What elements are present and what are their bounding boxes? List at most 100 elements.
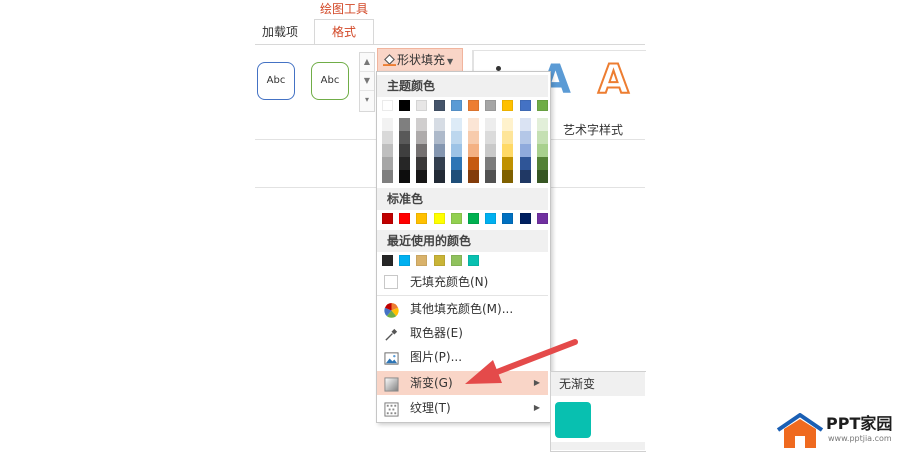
theme-shade-swatch[interactable] [416, 144, 427, 157]
theme-shade-swatch[interactable] [451, 131, 462, 144]
recent-color-swatch[interactable] [399, 255, 410, 266]
standard-color-swatch[interactable] [399, 213, 410, 224]
theme-shade-swatch[interactable] [537, 157, 548, 170]
theme-shade-swatch[interactable] [520, 144, 531, 157]
theme-shade-swatch[interactable] [434, 118, 445, 131]
theme-shade-swatch[interactable] [451, 170, 462, 183]
theme-color-swatch[interactable] [485, 100, 496, 111]
theme-shade-swatch[interactable] [537, 144, 548, 157]
theme-color-swatch[interactable] [468, 100, 479, 111]
theme-shade-swatch[interactable] [468, 157, 479, 170]
picture-label: 图片(P)... [410, 350, 463, 364]
theme-shade-swatch[interactable] [502, 131, 513, 144]
theme-shade-swatch[interactable] [502, 170, 513, 183]
wordart-style-orange-outline[interactable]: A [597, 56, 630, 104]
theme-color-swatch[interactable] [382, 100, 393, 111]
shape-style-blue-outline[interactable]: Abc [257, 62, 295, 100]
texture-menu-item[interactable]: 纹理(T) ▶ [377, 396, 548, 420]
standard-color-swatch[interactable] [520, 213, 531, 224]
theme-shade-swatch[interactable] [434, 144, 445, 157]
standard-color-swatch[interactable] [485, 213, 496, 224]
theme-shade-swatch[interactable] [520, 118, 531, 131]
theme-shade-swatch[interactable] [485, 118, 496, 131]
theme-color-swatch[interactable] [520, 100, 531, 111]
recent-colors-header: 最近使用的颜色 [377, 230, 548, 252]
theme-shade-swatch[interactable] [382, 157, 393, 170]
gallery-scroll-down-button[interactable]: ▼ [360, 72, 374, 91]
standard-color-swatch[interactable] [451, 213, 462, 224]
tab-format[interactable]: 格式 [314, 19, 374, 45]
theme-shade-swatch[interactable] [468, 118, 479, 131]
theme-shade-swatch[interactable] [399, 157, 410, 170]
no-fill-menu-item[interactable]: 无填充颜色(N) [377, 270, 548, 294]
theme-shade-swatch[interactable] [399, 118, 410, 131]
eyedropper-menu-item[interactable]: 取色器(E) [377, 321, 548, 345]
theme-color-swatch[interactable] [537, 100, 548, 111]
tab-addins[interactable]: 加载项 [255, 20, 305, 44]
gallery-scroll-up-button[interactable]: ▲ [360, 53, 374, 72]
theme-shade-swatch[interactable] [382, 144, 393, 157]
theme-shade-swatch[interactable] [520, 157, 531, 170]
theme-shade-swatch[interactable] [399, 170, 410, 183]
eyedropper-label: 取色器(E) [410, 326, 463, 340]
recent-color-swatch[interactable] [434, 255, 445, 266]
theme-shade-swatch[interactable] [434, 170, 445, 183]
theme-shade-swatch[interactable] [382, 170, 393, 183]
theme-shade-swatch[interactable] [399, 144, 410, 157]
gradient-menu-item[interactable]: 渐变(G) ▶ [377, 371, 548, 395]
theme-shade-swatch[interactable] [382, 118, 393, 131]
theme-shade-swatch[interactable] [434, 157, 445, 170]
theme-shade-swatch[interactable] [382, 131, 393, 144]
theme-shade-swatch[interactable] [485, 157, 496, 170]
menu-separator [377, 295, 548, 296]
theme-color-swatch[interactable] [416, 100, 427, 111]
shape-style-green-outline[interactable]: Abc [311, 62, 349, 100]
theme-shade-swatch[interactable] [434, 131, 445, 144]
no-fill-icon [384, 275, 398, 289]
theme-color-swatch[interactable] [434, 100, 445, 111]
theme-shade-swatch[interactable] [485, 170, 496, 183]
theme-shade-swatch[interactable] [451, 157, 462, 170]
gallery-more-button[interactable]: ▾ [360, 91, 374, 109]
theme-shade-swatch[interactable] [468, 144, 479, 157]
standard-color-swatch[interactable] [468, 213, 479, 224]
theme-shade-swatch[interactable] [502, 118, 513, 131]
recent-color-swatch[interactable] [382, 255, 393, 266]
shape-fill-button[interactable]: 形状填充 ▼ [377, 48, 463, 72]
more-fill-colors-menu-item[interactable]: 其他填充颜色(M)... [377, 297, 548, 321]
theme-shade-swatch[interactable] [451, 144, 462, 157]
theme-shade-swatch[interactable] [502, 157, 513, 170]
theme-shade-swatch[interactable] [416, 157, 427, 170]
theme-shade-swatch[interactable] [399, 131, 410, 144]
theme-shade-swatch[interactable] [520, 170, 531, 183]
theme-shade-swatch[interactable] [416, 131, 427, 144]
gradient-label: 渐变(G) [410, 376, 453, 390]
standard-color-swatch[interactable] [537, 213, 548, 224]
theme-shade-swatch[interactable] [416, 170, 427, 183]
theme-shade-swatch[interactable] [537, 131, 548, 144]
theme-color-swatch[interactable] [502, 100, 513, 111]
submenu-arrow-icon: ▶ [533, 403, 540, 412]
theme-shade-swatch[interactable] [468, 131, 479, 144]
theme-shade-swatch[interactable] [416, 118, 427, 131]
standard-color-swatch[interactable] [434, 213, 445, 224]
theme-shade-swatch[interactable] [468, 170, 479, 183]
theme-shade-swatch[interactable] [537, 170, 548, 183]
theme-shade-swatch[interactable] [485, 144, 496, 157]
standard-color-swatch[interactable] [502, 213, 513, 224]
theme-shade-swatch[interactable] [485, 131, 496, 144]
recent-color-swatch[interactable] [451, 255, 462, 266]
recent-color-swatch[interactable] [416, 255, 427, 266]
standard-color-swatch[interactable] [382, 213, 393, 224]
theme-shade-swatch[interactable] [451, 118, 462, 131]
gradient-preview-swatch[interactable] [555, 402, 591, 438]
theme-shade-swatch[interactable] [537, 118, 548, 131]
theme-shade-swatch[interactable] [502, 144, 513, 157]
theme-color-swatch[interactable] [451, 100, 462, 111]
theme-color-swatch[interactable] [399, 100, 410, 111]
recent-color-swatch[interactable] [468, 255, 479, 266]
texture-label: 纹理(T) [410, 401, 451, 415]
picture-menu-item[interactable]: 图片(P)... [377, 345, 548, 369]
standard-color-swatch[interactable] [416, 213, 427, 224]
theme-shade-swatch[interactable] [520, 131, 531, 144]
